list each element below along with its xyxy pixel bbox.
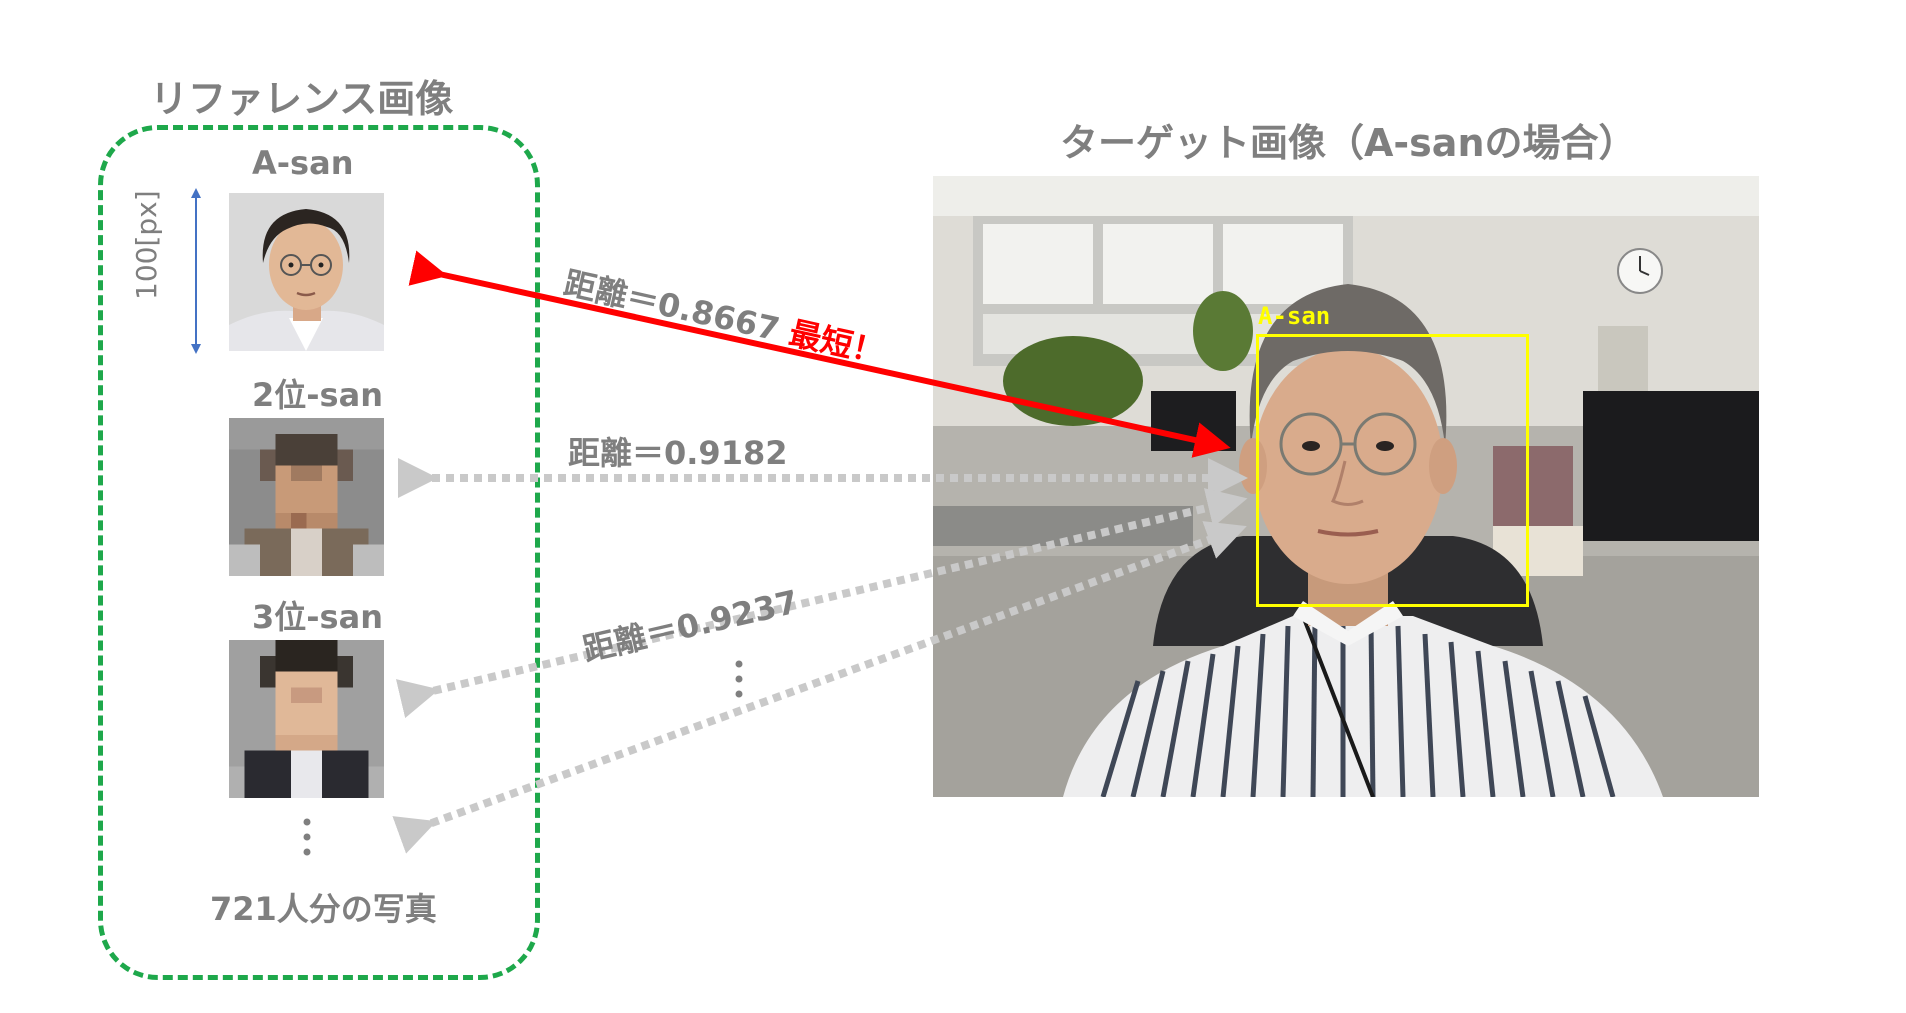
- distance-best-value: 距離＝0.8667: [560, 263, 783, 349]
- distance-third: 距離＝0.9237: [579, 582, 802, 669]
- size-label: 100[px]: [130, 190, 163, 300]
- face-photo-a-san: [229, 193, 384, 351]
- face-label-2nd: 2位-san: [252, 376, 383, 414]
- face-label-a-san: A-san: [252, 144, 354, 182]
- face-photo-2nd-pixelated: [229, 418, 384, 576]
- shortest-badge: 最短！: [785, 313, 888, 372]
- reference-count-label: 721人分の写真: [210, 890, 437, 928]
- distance-second: 距離＝0.9182: [568, 434, 788, 472]
- more-distances-ellipsis-icon: [735, 660, 743, 698]
- face-photo-3rd-pixelated: [229, 640, 384, 798]
- target-title: ターゲット画像（A-sanの場合）: [1060, 121, 1637, 165]
- more-faces-ellipsis-icon: [303, 818, 311, 856]
- detection-label: A-san: [1258, 302, 1331, 330]
- face-detection-box: [1256, 334, 1529, 607]
- reference-title: リファレンス画像: [150, 77, 454, 121]
- size-arrow-icon: [191, 188, 201, 354]
- face-label-3rd: 3位-san: [252, 598, 383, 636]
- distance-best: 距離＝0.8667 最短！: [560, 258, 889, 374]
